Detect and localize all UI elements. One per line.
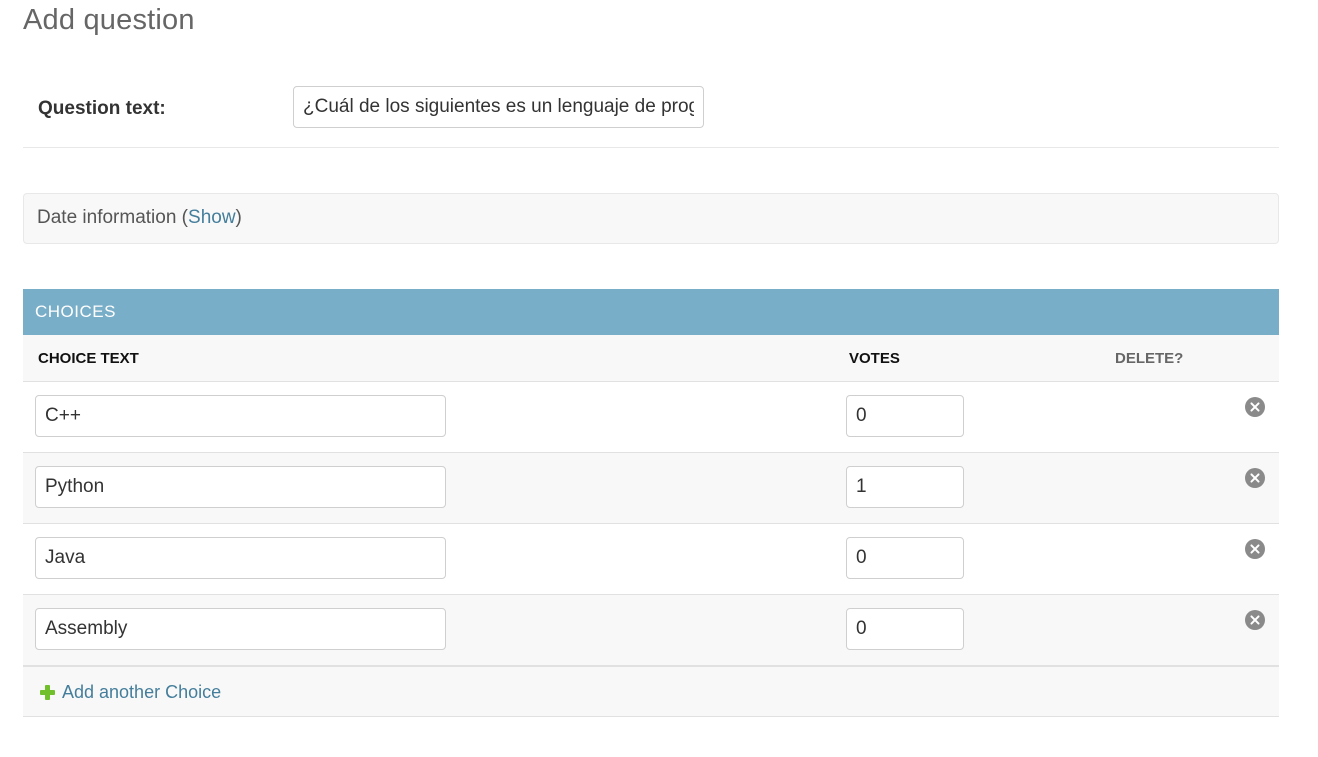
delete-icon[interactable] (1245, 468, 1265, 488)
date-information-fieldset: Date information (Show) (23, 193, 1279, 244)
add-row: Add another Choice (23, 666, 1279, 717)
votes-input[interactable] (846, 608, 964, 650)
column-votes: VOTES (849, 350, 900, 367)
plus-icon (40, 685, 55, 700)
question-text-row: Question text: (23, 68, 1279, 148)
delete-icon[interactable] (1245, 610, 1265, 630)
choice-row (23, 382, 1279, 453)
choice-text-input[interactable] (35, 395, 446, 437)
add-another-choice-label: Add another Choice (62, 682, 222, 702)
question-text-label: Question text: (38, 98, 166, 119)
question-text-input[interactable] (293, 86, 704, 128)
date-information-prefix: Date information ( (37, 207, 189, 228)
date-information-suffix: ) (235, 207, 242, 228)
choice-text-input[interactable] (35, 608, 446, 650)
votes-input[interactable] (846, 395, 964, 437)
column-delete: DELETE? (1115, 350, 1184, 367)
choice-text-input[interactable] (35, 537, 446, 579)
add-another-choice-link[interactable]: Add another Choice (40, 682, 221, 703)
page-title: Add question (23, 4, 195, 36)
choice-row (23, 453, 1279, 524)
choice-text-input[interactable] (35, 466, 446, 508)
choices-column-headers: CHOICE TEXT VOTES DELETE? (23, 335, 1279, 382)
date-information-title: Date information (Show) (37, 207, 242, 229)
delete-icon[interactable] (1245, 539, 1265, 559)
choices-inline-group: CHOICES CHOICE TEXT VOTES DELETE? Add an… (23, 289, 1279, 717)
delete-icon[interactable] (1245, 397, 1265, 417)
column-choice-text: CHOICE TEXT (38, 350, 139, 367)
show-date-information-link[interactable]: Show (188, 207, 236, 228)
choice-row (23, 524, 1279, 595)
votes-input[interactable] (846, 466, 964, 508)
votes-input[interactable] (846, 537, 964, 579)
choices-header: CHOICES (23, 289, 1279, 335)
choice-row (23, 595, 1279, 666)
